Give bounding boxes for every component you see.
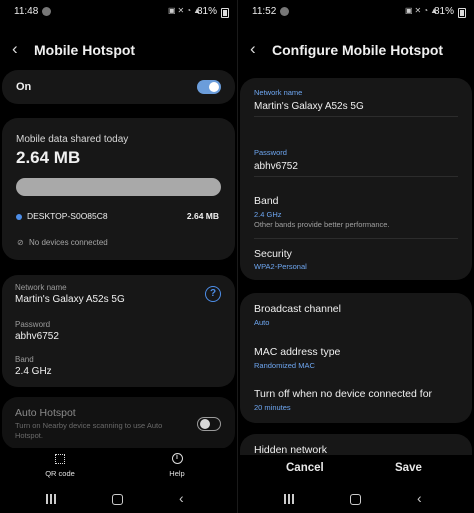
- network-name-label: Network name: [254, 88, 303, 97]
- auto-hotspot-switch[interactable]: [197, 417, 221, 431]
- toggle-label: On: [16, 81, 32, 93]
- password-input[interactable]: abhv6752: [254, 161, 298, 172]
- battery-percent: 81%: [433, 6, 454, 17]
- network-name-value: Martin's Galaxy A52s 5G: [15, 294, 125, 305]
- configure-hotspot-screen: 11:52 ▣✕◔▲ 81% ‹ Configure Mobile Hotspo…: [237, 0, 474, 513]
- password-label: Password: [15, 320, 51, 329]
- device-name: DESKTOP-S0O85C8: [27, 211, 108, 221]
- app-bar: ‹ Mobile Hotspot: [0, 34, 237, 64]
- back-arrow-icon[interactable]: ‹: [12, 40, 18, 57]
- turn-off-timer-setting[interactable]: Turn off when no device connected for 20…: [240, 382, 472, 422]
- divider: [254, 238, 458, 239]
- cancel-button[interactable]: Cancel: [286, 462, 324, 474]
- home-icon[interactable]: [350, 494, 361, 505]
- broadcast-value: Auto: [254, 318, 270, 327]
- broadcast-channel-setting[interactable]: Broadcast channel Auto: [240, 297, 472, 337]
- qr-code-label: QR code: [45, 469, 75, 478]
- network-config-card: Network name Martin's Galaxy A52s 5G Pas…: [240, 78, 472, 280]
- turn-off-value: 20 minutes: [254, 403, 291, 412]
- band-value: 2.4 GHz: [254, 210, 282, 219]
- navigation-bar: ‹: [0, 487, 237, 513]
- bottom-actions: QR code i Help: [0, 448, 237, 486]
- security-title: Security: [254, 248, 292, 260]
- help-icon: i: [171, 453, 183, 464]
- mobile-hotspot-screen: 11:48 ▣✕◔▲ 81% ‹ Mobile Hotspot On Mobil…: [0, 0, 237, 513]
- help-label: Help: [169, 469, 185, 478]
- switch-knob: [200, 419, 210, 429]
- link-off-icon: ⊘: [17, 238, 24, 247]
- password-label: Password: [254, 148, 287, 157]
- input-underline: [254, 116, 458, 117]
- action-bar: Cancel Save: [238, 455, 474, 487]
- device-dot-icon: [16, 214, 22, 220]
- band-setting[interactable]: Band 2.4 GHz Other bands provide better …: [240, 190, 472, 236]
- network-name-label: Network name: [15, 283, 67, 292]
- hotspot-switch[interactable]: [197, 80, 221, 94]
- mac-address-setting[interactable]: MAC address type Randomized MAC: [240, 340, 472, 380]
- auto-hotspot-title: Auto Hotspot: [15, 407, 76, 419]
- status-bar: 11:48 ▣✕◔▲ 81%: [0, 0, 237, 24]
- band-value: 2.4 GHz: [15, 366, 52, 377]
- no-devices-text: No devices connected: [29, 238, 108, 247]
- status-time: 11:52: [252, 6, 277, 17]
- back-arrow-icon[interactable]: ‹: [250, 40, 256, 57]
- nav-back-icon[interactable]: ‹: [179, 491, 184, 505]
- data-usage-card: Mobile data shared today 2.64 MB DESKTOP…: [2, 118, 235, 260]
- security-value: WPA2-Personal: [254, 262, 307, 271]
- network-name-input[interactable]: Martin's Galaxy A52s 5G: [254, 101, 364, 112]
- hotspot-toggle-row[interactable]: On: [2, 70, 235, 104]
- recent-apps-icon[interactable]: [284, 494, 294, 504]
- nav-back-icon[interactable]: ‹: [417, 491, 422, 505]
- page-title: Configure Mobile Hotspot: [272, 42, 444, 58]
- security-setting[interactable]: Security WPA2-Personal: [240, 242, 472, 276]
- auto-hotspot-card[interactable]: Auto Hotspot Turn on Nearby device scann…: [2, 397, 235, 449]
- battery-icon: [458, 8, 466, 18]
- advanced-config-card: Broadcast channel Auto MAC address type …: [240, 293, 472, 423]
- battery-icon: [221, 8, 229, 18]
- navigation-bar: ‹: [238, 487, 474, 513]
- broadcast-title: Broadcast channel: [254, 303, 341, 315]
- usage-progress-bar: [16, 178, 221, 196]
- recent-apps-icon[interactable]: [46, 494, 56, 504]
- device-amount: 2.64 MB: [186, 211, 219, 221]
- battery-percent: 81%: [196, 6, 217, 17]
- mac-value: Randomized MAC: [254, 361, 315, 370]
- app-bar: ‹ Configure Mobile Hotspot: [238, 34, 474, 64]
- band-title: Band: [254, 195, 279, 207]
- auto-hotspot-description: Turn on Nearby device scanning to use Au…: [15, 421, 163, 430]
- band-note: Other bands provide better performance.: [254, 220, 390, 229]
- qr-code-button[interactable]: QR code: [40, 452, 80, 478]
- switch-knob: [209, 82, 219, 92]
- band-label: Band: [15, 355, 34, 364]
- qr-code-icon: [55, 454, 65, 464]
- auto-hotspot-description-2: Hotspot.: [15, 431, 43, 440]
- help-button[interactable]: i Help: [157, 452, 197, 478]
- usage-amount: 2.64 MB: [16, 148, 81, 167]
- password-value: abhv6752: [15, 331, 59, 342]
- status-time: 11:48: [14, 6, 39, 17]
- turn-off-title: Turn off when no device connected for: [254, 388, 433, 400]
- qr-help-icon[interactable]: ?: [205, 286, 221, 302]
- save-button[interactable]: Save: [395, 462, 422, 474]
- usage-label: Mobile data shared today: [16, 134, 129, 145]
- network-info-card[interactable]: Network name Martin's Galaxy A52s 5G ? P…: [2, 275, 235, 387]
- home-icon[interactable]: [112, 494, 123, 505]
- notification-icon: [280, 7, 289, 16]
- mac-title: MAC address type: [254, 346, 341, 358]
- input-underline: [254, 176, 458, 177]
- page-title: Mobile Hotspot: [34, 42, 136, 58]
- notification-icon: [42, 7, 51, 16]
- status-bar: 11:52 ▣✕◔▲ 81%: [238, 0, 474, 24]
